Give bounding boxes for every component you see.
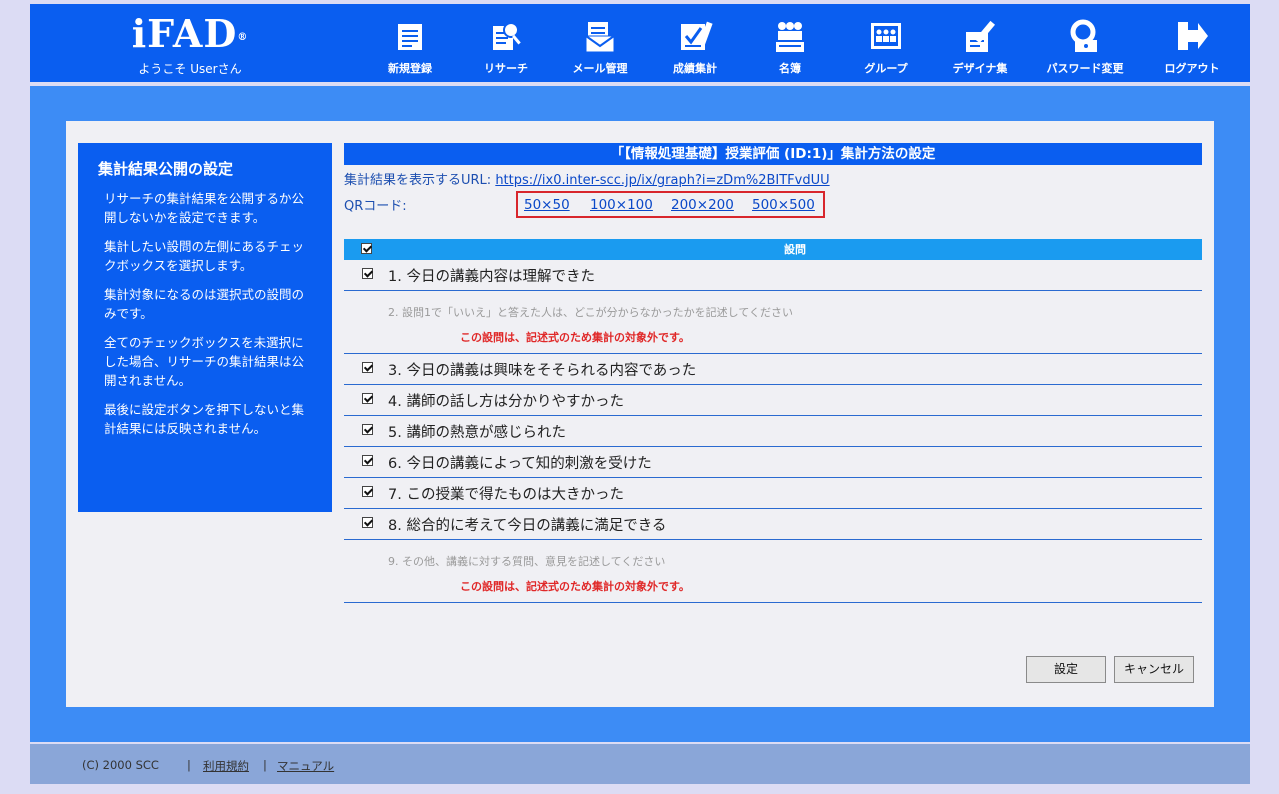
qr-link-500[interactable]: 500×500 <box>752 197 815 213</box>
question-checkbox[interactable] <box>362 486 373 497</box>
logout-icon <box>1142 18 1242 54</box>
question-row: 7. この授業で得たものは大きかった <box>344 478 1202 509</box>
nav-label: 名簿 <box>779 62 801 75</box>
question-checkbox[interactable] <box>362 455 373 466</box>
sidebar-paragraph: 最後に設定ボタンを押下しないと集計結果には反映されません。 <box>104 402 305 436</box>
excluded-notice: この設問は、記述式のため集計の対象外です。 <box>460 331 690 344</box>
question-text: 8. 総合的に考えて今日の講義に満足できる <box>388 518 667 534</box>
nav-mail-management[interactable]: メール管理 <box>550 18 650 76</box>
footer-separator: | <box>187 758 191 772</box>
main-frame: 集計結果公開の設定 リサーチの集計結果を公開するか公開しないかを設定できます。 … <box>30 86 1250 742</box>
password-change-icon <box>1035 18 1135 54</box>
nav-grade-tally[interactable]: 成績集計 <box>645 18 745 76</box>
nav-label: パスワード変更 <box>1046 62 1124 75</box>
question-row-excluded: 9. その他、講義に対する質問、意見を記述してください この設問は、記述式のため… <box>344 540 1202 603</box>
roster-icon <box>740 18 840 54</box>
nav-label: グループ <box>864 62 908 75</box>
sidebar-paragraph: 全てのチェックボックスを未選択にした場合、リサーチの集計結果は公開されません。 <box>104 335 305 388</box>
submit-button[interactable]: 設定 <box>1026 656 1106 683</box>
nav-new-registration[interactable]: 新規登録 <box>360 18 460 76</box>
question-row: 3. 今日の講義は興味をそそられる内容であった <box>344 354 1202 385</box>
research-icon <box>456 18 556 54</box>
terms-link[interactable]: 利用規約 <box>203 758 249 774</box>
qr-link-200[interactable]: 200×200 <box>671 197 734 213</box>
question-row: 5. 講師の熱意が感じられた <box>344 416 1202 447</box>
page-title: 「【情報処理基礎】授業評価 (ID:1)」集計方法の設定 <box>344 143 1202 165</box>
content-panel: 集計結果公開の設定 リサーチの集計結果を公開するか公開しないかを設定できます。 … <box>66 121 1214 707</box>
logo: iFAD® ようこそ Userさん <box>130 12 250 77</box>
nav-roster[interactable]: 名簿 <box>740 18 840 76</box>
grade-tally-icon <box>645 18 745 54</box>
question-text: 9. その他、講義に対する質問、意見を記述してください <box>388 555 666 568</box>
qr-line: QRコード: 50×50 100×100 200×200 500×500 <box>344 191 1202 221</box>
nav-label: ログアウト <box>1164 62 1220 75</box>
manual-link[interactable]: マニュアル <box>277 758 334 774</box>
nav-label: メール管理 <box>572 62 628 75</box>
qr-link-50[interactable]: 50×50 <box>524 197 570 213</box>
help-sidebar: 集計結果公開の設定 リサーチの集計結果を公開するか公開しないかを設定できます。 … <box>78 143 332 512</box>
qr-link-100[interactable]: 100×100 <box>590 197 653 213</box>
question-row-excluded: 2. 設問1で「いいえ」と答えた人は、どこが分からなかったかを記述してください … <box>344 291 1202 354</box>
question-row: 6. 今日の講義によって知的刺激を受けた <box>344 447 1202 478</box>
designer-icon <box>930 18 1030 54</box>
question-text: 1. 今日の講義内容は理解できた <box>388 269 595 285</box>
qr-label: QRコード: <box>344 199 407 214</box>
cancel-button[interactable]: キャンセル <box>1114 656 1194 683</box>
question-text: 3. 今日の講義は興味をそそられる内容であった <box>388 363 697 379</box>
url-label: 集計結果を表示するURL: <box>344 173 492 188</box>
question-checkbox[interactable] <box>362 517 373 528</box>
question-row: 8. 総合的に考えて今日の講義に満足できる <box>344 509 1202 540</box>
sidebar-paragraph: 集計したい設問の左側にあるチェックボックスを選択します。 <box>104 239 305 273</box>
question-text: 2. 設問1で「いいえ」と答えた人は、どこが分からなかったかを記述してください <box>388 306 793 319</box>
question-row: 1. 今日の講義内容は理解できた <box>344 260 1202 291</box>
settings-content: 「【情報処理基礎】授業評価 (ID:1)」集計方法の設定 集計結果を表示するUR… <box>344 143 1202 603</box>
sidebar-paragraph: 集計対象になるのは選択式の設問のみです。 <box>104 287 305 321</box>
nav-password-change[interactable]: パスワード変更 <box>1035 18 1135 76</box>
copyright: (C) 2000 SCC <box>82 758 159 772</box>
nav-group[interactable]: グループ <box>836 18 936 76</box>
welcome-text: ようこそ Userさん <box>138 62 242 76</box>
question-text: 4. 講師の話し方は分かりやすかった <box>388 394 624 410</box>
nav-label: リサーチ <box>484 62 528 75</box>
nav-label: 成績集計 <box>673 62 717 75</box>
question-row: 4. 講師の話し方は分かりやすかった <box>344 385 1202 416</box>
header-bar: iFAD® ようこそ Userさん 新規登録 リサーチ メール管理 成績集計 名… <box>30 4 1250 82</box>
group-icon <box>836 18 936 54</box>
question-text: 6. 今日の講義によって知的刺激を受けた <box>388 456 652 472</box>
question-checkbox[interactable] <box>362 424 373 435</box>
question-text: 7. この授業で得たものは大きかった <box>388 487 624 503</box>
nav-research[interactable]: リサーチ <box>456 18 556 76</box>
question-text: 5. 講師の熱意が感じられた <box>388 425 566 441</box>
logo-text: iFAD® <box>131 11 249 56</box>
nav-designer[interactable]: デザイナ集 <box>930 18 1030 76</box>
url-line: 集計結果を表示するURL: https://ix0.inter-scc.jp/i… <box>344 171 1202 191</box>
nav-logout[interactable]: ログアウト <box>1142 18 1242 76</box>
question-checkbox[interactable] <box>362 362 373 373</box>
nav-label: デザイナ集 <box>952 62 1008 75</box>
excluded-notice: この設問は、記述式のため集計の対象外です。 <box>460 580 690 593</box>
graph-url-link[interactable]: https://ix0.inter-scc.jp/ix/graph?i=zDm%… <box>495 173 829 188</box>
sidebar-paragraph: リサーチの集計結果を公開するか公開しないかを設定できます。 <box>104 191 305 225</box>
sidebar-title: 集計結果公開の設定 <box>98 160 234 178</box>
question-column-header: 設問 <box>784 243 806 256</box>
qr-size-links-highlight: 50×50 100×100 200×200 500×500 <box>516 191 825 218</box>
mail-management-icon <box>550 18 650 54</box>
footer-separator: | <box>263 758 267 772</box>
footer: (C) 2000 SCC | 利用規約 | マニュアル <box>30 744 1250 784</box>
question-checkbox[interactable] <box>362 393 373 404</box>
new-registration-icon <box>360 18 460 54</box>
select-all-checkbox[interactable] <box>361 243 372 254</box>
question-table-header: 設問 <box>344 239 1202 260</box>
nav-label: 新規登録 <box>388 62 432 75</box>
question-checkbox[interactable] <box>362 268 373 279</box>
